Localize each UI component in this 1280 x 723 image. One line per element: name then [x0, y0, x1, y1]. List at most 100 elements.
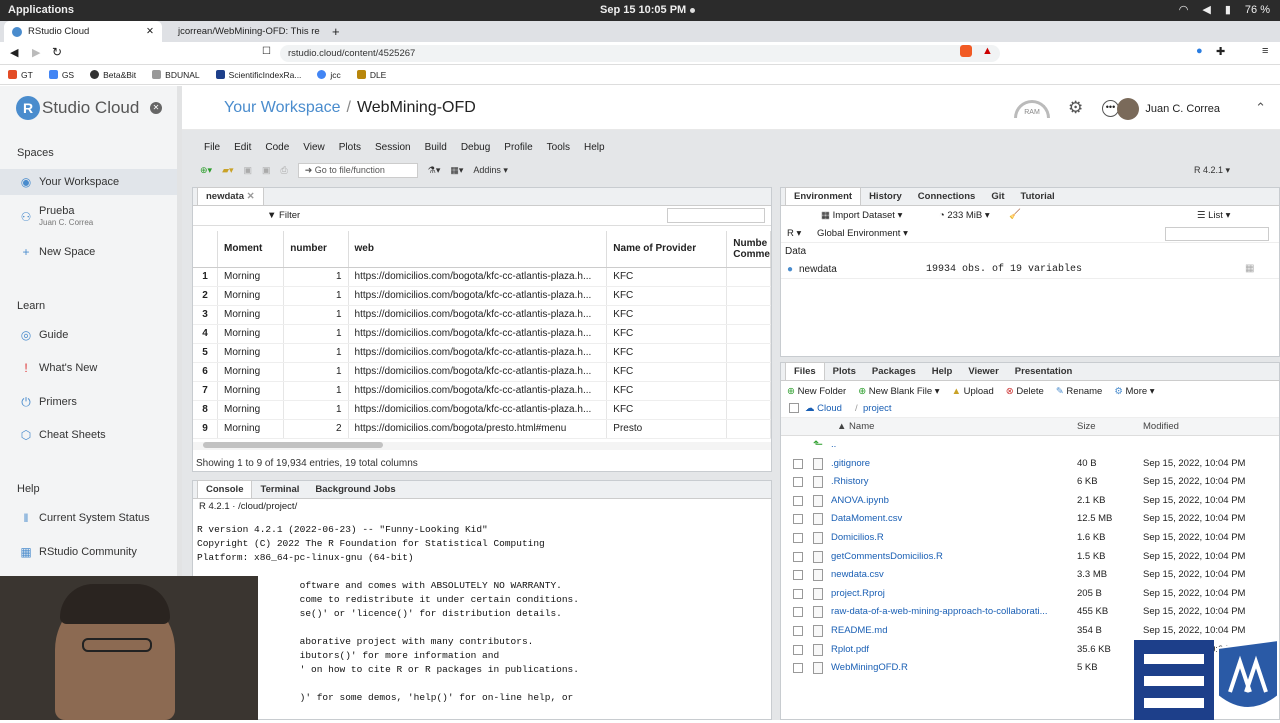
rstudio-cloud-logo[interactable]: R Studio Cloud [16, 96, 139, 120]
wifi-icon[interactable]: ◠ [1179, 3, 1189, 16]
file-checkbox[interactable] [793, 477, 803, 488]
open-file-icon[interactable]: ▰▾ [222, 165, 233, 176]
bookmark-icon[interactable]: ☐ [262, 46, 271, 57]
user-menu[interactable]: Juan C. Correa [1117, 98, 1220, 120]
menu-session[interactable]: Session [375, 142, 411, 153]
tab-tutorial[interactable]: Tutorial [1013, 188, 1063, 205]
file-row[interactable]: ANOVA.ipynb 2.1 KB Sep 15, 2022, 10:04 PM [781, 492, 1279, 511]
addins-menu[interactable]: Addins ▾ [473, 165, 508, 176]
table-row[interactable]: 4 Morning 1 https://domicilios.com/bogota/k… [193, 324, 771, 344]
file-checkbox[interactable] [793, 495, 803, 506]
browser-tab-github[interactable]: jcorrean/WebMining-OFD: This re [164, 21, 326, 42]
file-checkbox[interactable] [793, 644, 803, 655]
puzzle-icon[interactable]: ✚ [1216, 45, 1225, 58]
file-row[interactable]: getCommentsDomicilios.R 1.5 KB Sep 15, 202… [781, 548, 1279, 567]
file-name[interactable]: project.Rproj [831, 588, 1071, 599]
sidebar-item-your-workspace[interactable]: ◉ Your Workspace [0, 169, 177, 195]
table-row[interactable]: 8 Morning 1 https://domicilios.com/bogota/k… [193, 400, 771, 420]
menu-tools[interactable]: Tools [547, 142, 570, 153]
table-row[interactable]: 6 Morning 1 https://domicilios.com/bogota/k… [193, 362, 771, 382]
close-icon[interactable]: ✕ [146, 26, 154, 37]
sidebar-item-system-status[interactable]: ‖ Current System Status [0, 505, 177, 531]
tab-help[interactable]: Help [924, 363, 961, 380]
file-checkbox[interactable] [793, 626, 803, 636]
file-checkbox[interactable] [793, 458, 803, 469]
tab-history[interactable]: History [861, 188, 910, 205]
size-column-header[interactable]: Size [1077, 421, 1095, 432]
tab-plots[interactable]: Plots [825, 363, 864, 380]
column-header[interactable]: Numbe Comme [726, 231, 771, 268]
extension-icon[interactable]: ● [1196, 45, 1203, 57]
delete-button[interactable]: ⊗ Delete [1006, 386, 1044, 397]
tab-connections[interactable]: Connections [910, 188, 984, 205]
reload-icon[interactable]: ↻ [52, 45, 62, 59]
menu-code[interactable]: Code [265, 142, 289, 153]
tab-files[interactable]: Files [785, 362, 825, 380]
table-row[interactable]: 7 Morning 1 https://domicilios.com/bogota/k… [193, 381, 771, 401]
file-checkbox[interactable] [793, 514, 803, 525]
tab-viewer[interactable]: Viewer [960, 363, 1006, 380]
bookmark-bdunal[interactable]: BDUNAL [152, 70, 200, 80]
table-row[interactable]: 9 Morning 2 https://domicilios.com/bogota/p… [193, 419, 771, 439]
file-name[interactable]: WebMiningOFD.R [831, 662, 1071, 673]
menu-plots[interactable]: Plots [339, 142, 361, 153]
file-row[interactable]: .gitignore 40 B Sep 15, 2022, 10:04 PM [781, 455, 1279, 474]
volume-icon[interactable]: ◀ [1202, 3, 1210, 16]
menu-build[interactable]: Build [425, 142, 447, 153]
expand-icon[interactable]: ● [787, 264, 793, 275]
select-all-checkbox[interactable] [789, 403, 799, 413]
bookmark-betabit[interactable]: Beta&Bit [90, 70, 136, 80]
column-header[interactable] [193, 231, 218, 268]
table-row[interactable]: 1 Morning 1 https://domicilios.com/bogota/k… [193, 267, 771, 287]
file-name[interactable]: ANOVA.ipynb [831, 495, 1071, 506]
sidebar-item-cheat-sheets[interactable]: ⬡ Cheat Sheets [0, 422, 177, 448]
print-icon[interactable]: ⎙ [281, 165, 288, 176]
list-view-menu[interactable]: ☰ List ▾ [1197, 210, 1230, 221]
tab-environment[interactable]: Environment [785, 187, 862, 205]
brave-shield-icon[interactable] [960, 45, 972, 57]
battery-icon[interactable]: ▮ [1225, 3, 1231, 16]
file-checkbox[interactable] [793, 588, 803, 599]
horizontal-scrollbar[interactable] [193, 442, 771, 450]
column-header[interactable]: Moment [217, 231, 285, 268]
file-name[interactable]: README.md [831, 625, 1071, 636]
file-row[interactable]: README.md 354 B Sep 15, 2022, 10:04 PM [781, 622, 1279, 641]
file-row[interactable]: Domicilios.R 1.6 KB Sep 15, 2022, 10:04 PM [781, 529, 1279, 548]
table-row[interactable]: 3 Morning 1 https://domicilios.com/bogota/k… [193, 305, 771, 325]
table-row[interactable]: 5 Morning 1 https://domicilios.com/bogota/k… [193, 343, 771, 363]
menu-file[interactable]: File [204, 142, 220, 153]
file-name[interactable]: .gitignore [831, 458, 1071, 469]
grid-view-icon[interactable]: ▦ [1245, 263, 1254, 274]
import-dataset-menu[interactable]: ▦ Import Dataset ▾ [821, 210, 902, 221]
gear-icon[interactable]: ⚙ [1068, 98, 1083, 118]
path-project[interactable]: project [863, 403, 892, 414]
bookmark-dle[interactable]: DLE [356, 70, 386, 80]
bookmark-scientificindex[interactable]: ScientificIndexRa... [215, 70, 301, 80]
column-header[interactable]: Name of Provider [606, 231, 728, 268]
bookmark-gt[interactable]: GT [8, 70, 33, 80]
file-checkbox[interactable] [793, 607, 803, 618]
tab-background-jobs[interactable]: Background Jobs [307, 481, 403, 498]
url-input[interactable]: rstudio.cloud/content/4525267 [280, 45, 1000, 62]
new-tab-icon[interactable]: + [332, 24, 340, 39]
file-checkbox[interactable] [793, 663, 803, 674]
sidebar-item-community[interactable]: ▦ RStudio Community [0, 539, 177, 565]
back-icon[interactable]: ◀ [10, 46, 18, 59]
tab-packages[interactable]: Packages [864, 363, 924, 380]
table-row[interactable]: 2 Morning 1 https://domicilios.com/bogota/k… [193, 286, 771, 306]
browser-tab-rstudio[interactable]: RStudio Cloud ✕ [4, 21, 162, 42]
file-name[interactable]: .Rhistory [831, 476, 1071, 487]
grid-icon[interactable]: ▦▾ [450, 165, 463, 176]
system-clock[interactable]: Sep 15 10:05 PM [600, 4, 686, 16]
file-row[interactable]: DataMoment.csv 12.5 MB Sep 15, 2022, 10:04… [781, 510, 1279, 529]
sidebar-item-new-space[interactable]: + New Space [0, 239, 177, 265]
filter-button[interactable]: ▼ Filter [267, 210, 300, 221]
path-cloud[interactable]: ☁ Cloud [805, 403, 842, 414]
close-sidebar-icon[interactable]: ✕ [150, 102, 162, 114]
file-row[interactable]: ⬑.. [781, 436, 1279, 455]
file-name[interactable]: Rplot.pdf [831, 644, 1071, 655]
bookmark-jcc[interactable]: jcc [317, 70, 341, 80]
file-checkbox[interactable] [793, 533, 803, 543]
menu-profile[interactable]: Profile [504, 142, 532, 153]
menu-edit[interactable]: Edit [234, 142, 251, 153]
